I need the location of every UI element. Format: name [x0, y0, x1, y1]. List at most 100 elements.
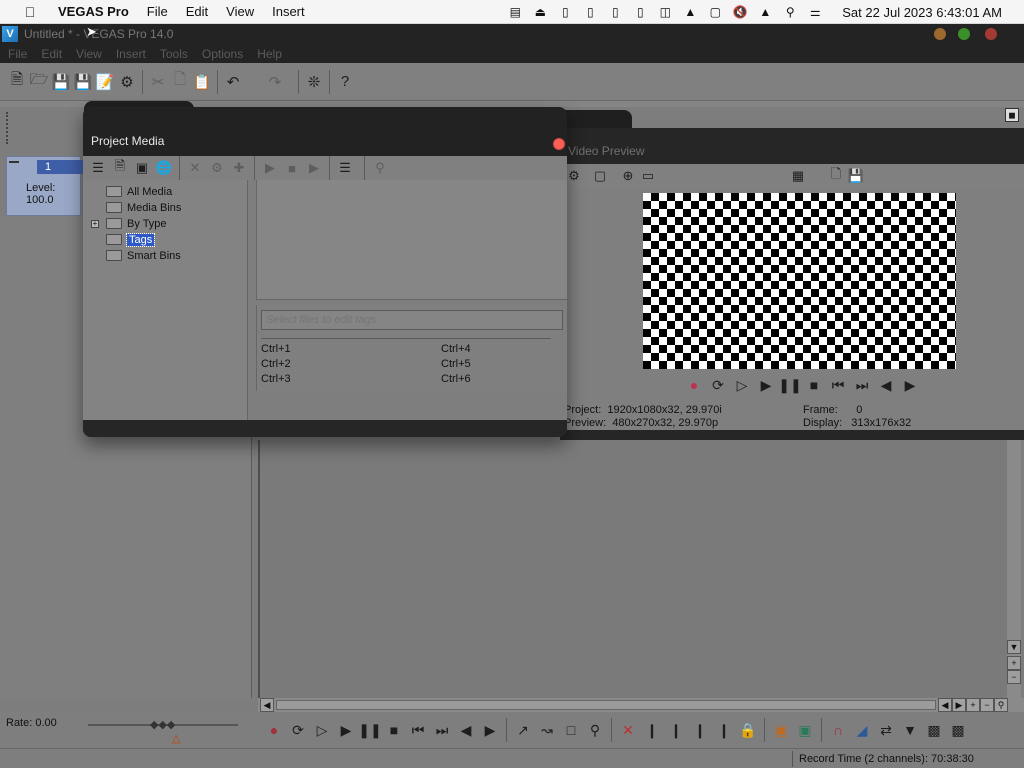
record-icon[interactable]: ●: [262, 719, 286, 741]
track-header[interactable]: 1 Level: 100.0: [6, 156, 85, 216]
tag-hotkey-2[interactable]: Ctrl+2: [261, 358, 291, 370]
tag-hotkey-3[interactable]: Ctrl+3: [261, 373, 291, 385]
redo-icon[interactable]: ↷: [264, 71, 286, 93]
preview-stop-icon[interactable]: ■: [802, 374, 826, 396]
render-icon[interactable]: 📝: [94, 71, 116, 93]
tag-hotkey-4[interactable]: Ctrl+4: [441, 343, 471, 355]
gamepad-icon[interactable]: ▲: [680, 4, 700, 20]
zoom-tool-icon[interactable]: ⚲: [583, 719, 607, 741]
h-zoom-in-button[interactable]: +: [966, 698, 980, 712]
menu-file[interactable]: File: [8, 47, 27, 61]
zoom-tool-button[interactable]: ⚲: [994, 698, 1008, 712]
preview-gear-icon[interactable]: ⚙: [564, 165, 584, 187]
zoom-out-button[interactable]: −: [1007, 670, 1021, 684]
scroll-thumb[interactable]: [276, 700, 936, 710]
whats-this-help-icon[interactable]: ?: [334, 71, 356, 93]
copy-snapshot-icon[interactable]: 🗋: [826, 165, 846, 187]
preview-go-to-end-icon[interactable]: ⏭: [850, 374, 874, 396]
preview-mode-icon[interactable]: ▭: [638, 165, 658, 187]
zoom-in-button[interactable]: +: [1007, 656, 1021, 670]
menu-view[interactable]: View: [76, 47, 102, 61]
selection-tool-icon[interactable]: □: [559, 719, 583, 741]
marker-icon[interactable]: ▣: [769, 719, 793, 741]
eject-up-icon[interactable]: ▲: [755, 4, 775, 20]
envelope-tool-icon[interactable]: ↝: [535, 719, 559, 741]
get-media-web-icon[interactable]: 🌐: [153, 157, 175, 179]
search-icon[interactable]: ⚲: [780, 4, 800, 20]
trim-icon[interactable]: ❙: [712, 719, 736, 741]
memory-icon[interactable]: ▯: [555, 4, 575, 20]
media-search-icon[interactable]: ⚲: [369, 157, 391, 179]
menu-tools[interactable]: Tools: [160, 47, 188, 61]
save-as-icon[interactable]: 💾: [72, 71, 94, 93]
expand-by-type-icon[interactable]: +: [91, 220, 99, 228]
project-media-close-button[interactable]: [553, 138, 565, 150]
save-snapshot-icon[interactable]: 💾: [846, 165, 866, 187]
paste-icon[interactable]: 📋: [191, 71, 213, 93]
menu-insert[interactable]: Insert: [116, 47, 146, 61]
ssd-icon[interactable]: ▯: [580, 4, 600, 20]
open-icon[interactable]: 🗁: [28, 71, 50, 93]
scroll-down-button[interactable]: ▼: [1007, 640, 1021, 654]
timeline-vertical-scrollbar[interactable]: ▼ + −: [1007, 440, 1021, 698]
go-to-end-icon[interactable]: ⏭: [430, 719, 454, 741]
capture-video-icon[interactable]: ▣: [131, 157, 153, 179]
menu-options[interactable]: Options: [202, 47, 243, 61]
go-to-start-icon[interactable]: ⏮: [406, 719, 430, 741]
lock-envelopes-icon[interactable]: ▼: [898, 719, 922, 741]
rate-slider-knob-icon[interactable]: ◆◆◆: [150, 718, 175, 731]
preview-next-frame-icon[interactable]: ▶: [898, 374, 922, 396]
display-icon[interactable]: ▤: [505, 4, 525, 20]
tree-item-media-bins[interactable]: Media Bins: [106, 200, 181, 215]
remove-unused-media-icon[interactable]: ☰: [87, 157, 109, 179]
scroll-left-button-2[interactable]: ◀: [938, 698, 952, 712]
preview-go-to-start-icon[interactable]: ⏮: [826, 374, 850, 396]
tree-item-all-media[interactable]: All Media: [106, 184, 172, 199]
menubar-insert[interactable]: Insert: [272, 4, 305, 19]
loop-icon[interactable]: ⟳: [286, 719, 310, 741]
external-monitor-icon[interactable]: ▢: [590, 165, 610, 187]
delete-media-icon[interactable]: ✕: [184, 157, 206, 179]
preview-record-icon[interactable]: ●: [682, 374, 706, 396]
preview-loop-icon[interactable]: ⟳: [706, 374, 730, 396]
close-button[interactable]: [985, 28, 997, 40]
pin-icon[interactable]: ◼: [1005, 108, 1019, 122]
views-icon[interactable]: ☰: [334, 157, 356, 179]
media-fx-icon[interactable]: ✚: [228, 157, 250, 179]
media-stop-icon[interactable]: ■: [281, 157, 303, 179]
scroll-left-button[interactable]: ◀: [260, 698, 274, 712]
play-icon[interactable]: ▶: [334, 719, 358, 741]
media-play-icon[interactable]: ▶: [259, 157, 281, 179]
import-media-icon[interactable]: 🗎: [109, 157, 131, 179]
collapse-track-icon[interactable]: [9, 161, 19, 171]
overlays-grid-icon[interactable]: ▦: [788, 165, 808, 187]
tree-item-smart-bins[interactable]: Smart Bins: [106, 248, 181, 263]
minimize-button[interactable]: [934, 28, 946, 40]
group-icon[interactable]: ▩: [946, 719, 970, 741]
menu-edit[interactable]: Edit: [41, 47, 62, 61]
trim-end-icon[interactable]: ❙: [664, 719, 688, 741]
next-frame-icon[interactable]: ▶: [478, 719, 502, 741]
tag-input[interactable]: [261, 310, 563, 330]
delete-icon[interactable]: ✕: [616, 719, 640, 741]
properties-gear-icon[interactable]: ⚙: [116, 71, 138, 93]
monitor-icon[interactable]: ▢: [705, 4, 725, 20]
pause-icon[interactable]: ❚❚: [358, 719, 382, 741]
apple-icon[interactable]: : [20, 4, 40, 20]
control-center-icon[interactable]: ⚌: [805, 4, 825, 20]
sidebar-icon[interactable]: ◫: [655, 4, 675, 20]
undo-icon[interactable]: ↶: [222, 71, 244, 93]
menubar-view[interactable]: View: [226, 4, 254, 19]
prev-frame-icon[interactable]: ◀: [454, 719, 478, 741]
region-icon[interactable]: ▣: [793, 719, 817, 741]
tag-hotkey-6[interactable]: Ctrl+6: [441, 373, 471, 385]
normal-edit-tool-icon[interactable]: ↗: [511, 719, 535, 741]
zoom-button[interactable]: [958, 28, 970, 40]
save-icon[interactable]: 💾: [50, 71, 72, 93]
menu-help[interactable]: Help: [257, 47, 282, 61]
trim-start-icon[interactable]: ❙: [640, 719, 664, 741]
cpu-icon[interactable]: ▯: [605, 4, 625, 20]
video-preview-titlebar[interactable]: Video Preview: [560, 128, 1024, 164]
auto-ripple-icon[interactable]: ⇄: [874, 719, 898, 741]
timeline-area[interactable]: [258, 440, 1008, 698]
